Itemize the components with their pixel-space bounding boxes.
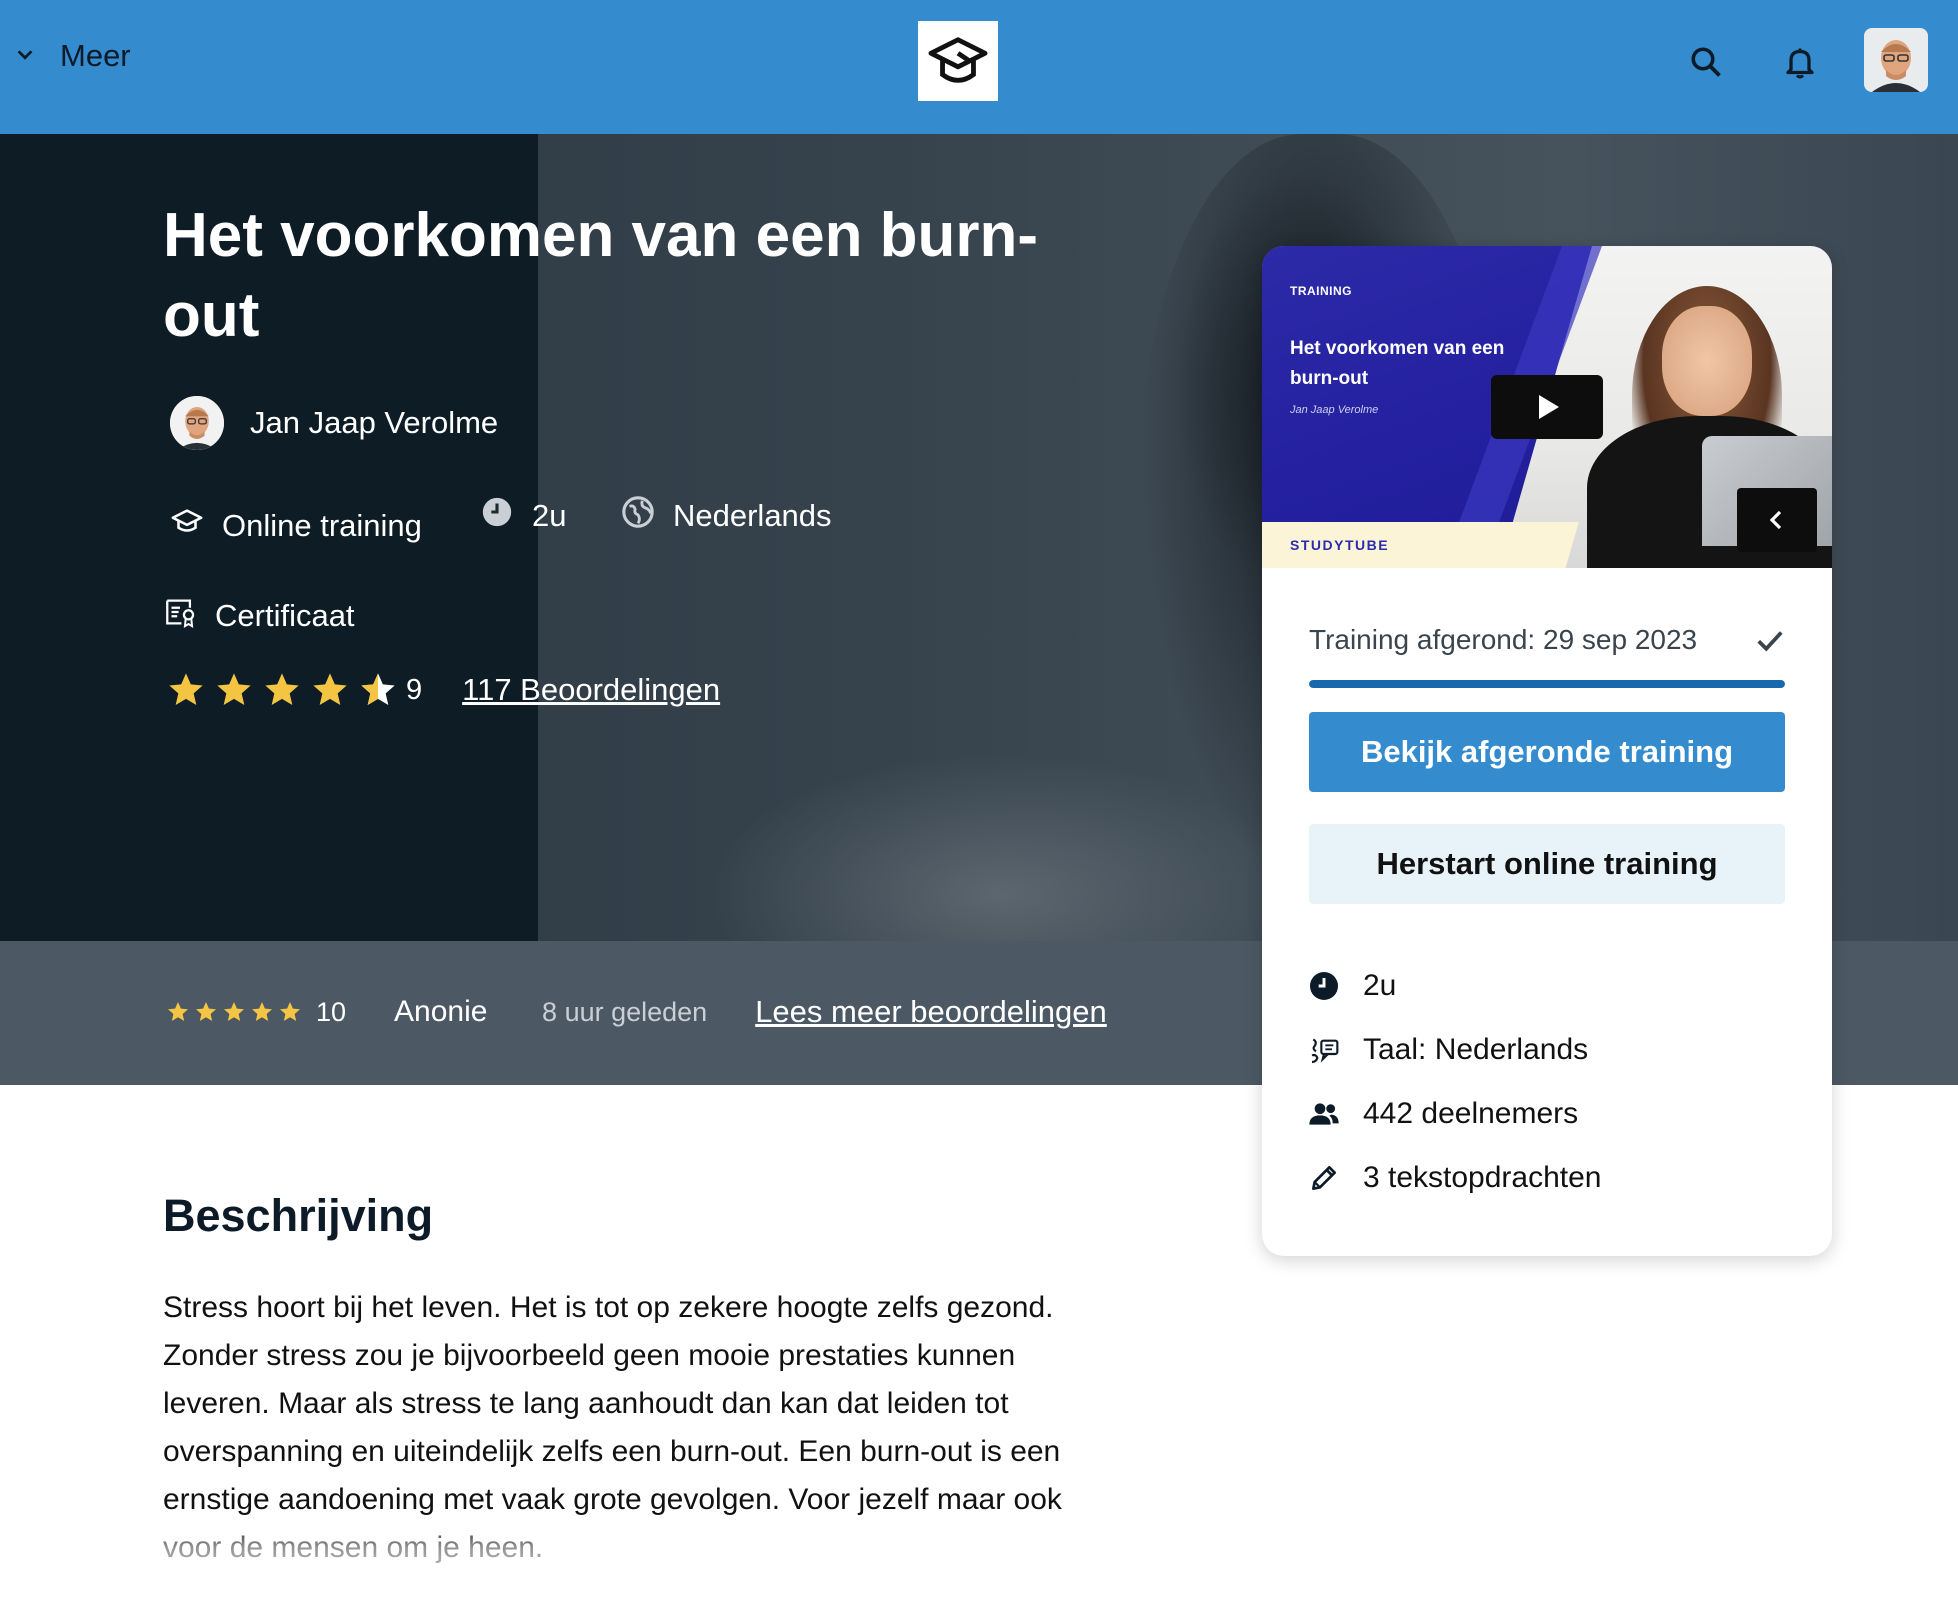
star-icon <box>168 1002 188 1021</box>
course-duration: 2u <box>480 495 566 537</box>
completion-status: Training afgerond: 29 sep 2023 <box>1309 624 1785 656</box>
description-heading: Beschrijving <box>163 1190 434 1241</box>
more-menu-label: Meer <box>60 38 131 73</box>
star-icon <box>265 673 299 705</box>
course-type: Online training <box>170 505 422 547</box>
course-type-label: Online training <box>222 508 422 543</box>
info-participants: 442 deelnemers <box>1307 1082 1602 1146</box>
people-icon <box>1307 1097 1341 1131</box>
info-language-label: Taal: Nederlands <box>1363 1033 1589 1066</box>
clock-icon <box>480 495 514 537</box>
course-language: Nederlands <box>621 495 832 537</box>
description-fade <box>0 1520 1240 1612</box>
rating-value: 9 <box>406 673 423 706</box>
info-participants-label: 442 deelnemers <box>1363 1097 1579 1130</box>
reviews-link[interactable]: 117 Beoordelingen <box>462 672 720 708</box>
thumbnail-face <box>1662 306 1752 416</box>
studytube-brand: STUDYTUBE <box>1290 537 1390 553</box>
certificate-icon <box>163 595 197 637</box>
clock-icon <box>1307 969 1341 1003</box>
star-icon <box>217 673 251 705</box>
author-name: Jan Jaap Verolme <box>250 405 499 440</box>
info-language: Taal: Nederlands <box>1307 1018 1602 1082</box>
star-icon <box>280 1002 300 1021</box>
search-icon[interactable] <box>1682 38 1730 86</box>
info-duration: 2u <box>1307 954 1602 1018</box>
read-more-reviews-link[interactable]: Lees meer beoordelingen <box>755 994 1107 1030</box>
course-rating: 9 117 Beoordelingen <box>166 670 720 710</box>
course-language-label: Nederlands <box>673 498 832 533</box>
info-duration-label: 2u <box>1363 969 1397 1002</box>
pencil-icon <box>1307 1161 1341 1195</box>
info-assignments-label: 3 tekstopdrachten <box>1363 1161 1602 1194</box>
restart-training-button[interactable]: Herstart online training <box>1309 824 1785 904</box>
info-assignments: 3 tekstopdrachten <box>1307 1146 1602 1210</box>
star-icon <box>313 673 347 705</box>
course-duration-label: 2u <box>532 498 567 533</box>
checkmark-icon <box>1757 631 1783 652</box>
star-icon <box>169 673 203 705</box>
author-avatar <box>170 396 224 450</box>
more-menu-button[interactable]: Meer <box>14 38 131 74</box>
course-author[interactable]: Jan Jaap Verolme <box>170 396 498 450</box>
language-icon <box>1307 1033 1341 1067</box>
video-thumbnail[interactable]: TRAINING Het voorkomen van een burn-out … <box>1262 246 1832 568</box>
course-card: TRAINING Het voorkomen van een burn-out … <box>1262 246 1832 1256</box>
half-star-icon <box>361 673 395 705</box>
user-avatar[interactable] <box>1864 28 1928 92</box>
progress-bar <box>1309 680 1785 688</box>
chevron-left-icon <box>1769 510 1782 530</box>
collapse-button[interactable] <box>1737 488 1817 552</box>
review-score: 10 <box>316 996 347 1027</box>
review-time: 8 uur geleden <box>542 996 708 1027</box>
thumbnail-author: Jan Jaap Verolme <box>1290 404 1379 416</box>
studytube-logo[interactable] <box>918 21 998 101</box>
thumbnail-label: TRAINING <box>1290 284 1352 298</box>
course-info-list: 2u Taal: Nederlands 442 deelnemers 3 tek… <box>1307 954 1602 1210</box>
play-icon <box>1539 395 1559 419</box>
graduation-cap-icon <box>928 37 988 83</box>
completion-text: Training afgerond: 29 sep 2023 <box>1309 624 1698 655</box>
course-title: Het voorkomen van een burn-out <box>163 201 1039 350</box>
star-icon <box>252 1002 272 1021</box>
star-icon <box>196 1002 216 1021</box>
globe-icon <box>621 495 655 537</box>
play-button[interactable] <box>1491 375 1603 439</box>
top-navigation-bar: Meer <box>0 0 1958 134</box>
review-author: Anonie <box>394 995 488 1028</box>
certificate-label: Certificaat <box>215 598 355 633</box>
progress-fill <box>1309 680 1785 688</box>
latest-review: 10 Anonie 8 uur geleden Lees meer beoord… <box>166 994 1107 1030</box>
star-icon <box>224 1002 244 1021</box>
chevron-down-icon <box>14 38 36 74</box>
graduation-cap-icon <box>170 505 204 547</box>
thumbnail-title: Het voorkomen van een burn-out <box>1290 338 1505 389</box>
course-certificate: Certificaat <box>163 595 355 637</box>
bell-icon[interactable] <box>1776 38 1824 86</box>
view-completed-training-button[interactable]: Bekijk afgeronde training <box>1309 712 1785 792</box>
